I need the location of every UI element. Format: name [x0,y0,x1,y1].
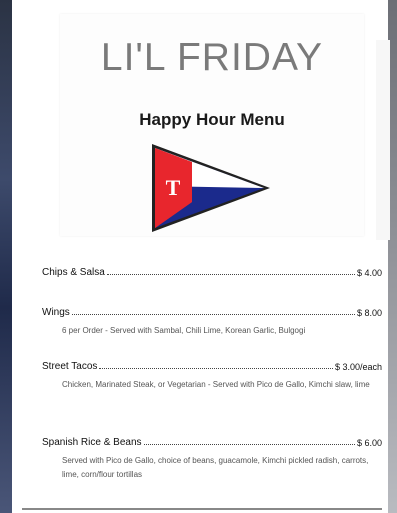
item-description: Served with Pico de Gallo, choice of bea… [62,456,369,479]
brand-title: LI'L FRIDAY [100,36,324,79]
menu-item: Street Tacos $ 3.00/each Chicken, Marina… [42,358,382,392]
menu-item: Chips & Salsa $ 4.00 [42,264,382,278]
dotted-leader [143,444,355,445]
item-description: 6 per Order - Served with Sambal, Chili … [62,326,306,335]
menu-sheet: LI'L FRIDAY Happy Hour Menu T Chips & Sa… [12,0,390,513]
dotted-leader [71,314,355,315]
item-name: Chips & Salsa [42,267,105,278]
menu-item: Spanish Rice & Beans $ 6.00 Served with … [42,434,382,482]
item-name: Street Tacos [42,361,98,372]
item-price: $ 6.00 [356,438,382,448]
item-price: $ 4.00 [356,268,382,278]
item-name: Spanish Rice & Beans [42,437,142,448]
yacht-club-burgee-logo: T [152,144,270,232]
bottom-divider [22,508,382,510]
menu-header-card: LI'L FRIDAY Happy Hour Menu T [60,14,364,236]
menu-item: Wings $ 8.00 6 per Order - Served with S… [42,304,382,338]
item-description: Chicken, Marinated Steak, or Vegetarian … [62,380,370,389]
adjacent-card-edge [376,40,390,240]
item-name: Wings [42,307,70,318]
dotted-leader [106,274,355,275]
burgee-letter: T [166,175,181,200]
item-price: $ 3.00/each [334,362,382,372]
item-price: $ 8.00 [356,308,382,318]
dotted-leader [99,368,333,369]
menu-subtitle: Happy Hour Menu [139,110,285,129]
